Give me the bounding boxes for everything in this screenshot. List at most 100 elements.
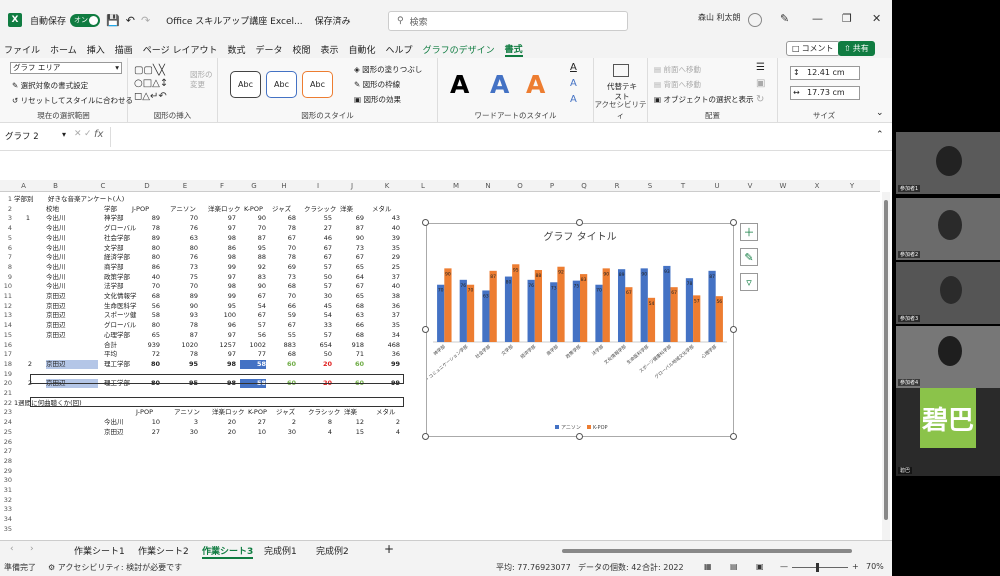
restore-icon[interactable]: ❐ [842,12,852,25]
row-header-9[interactable]: 9 [0,273,14,281]
cell-value[interactable]: 20 [300,360,332,369]
cell-value[interactable]: 70 [240,224,266,233]
cell-value[interactable]: 80 [128,253,160,262]
cell-value[interactable]: 90 [240,214,266,223]
shape-effects-button[interactable]: ▣ 図形の効果 [354,94,401,105]
row-header-14[interactable]: 14 [0,321,14,329]
header-genre[interactable]: メタル [372,205,392,214]
tab-example2[interactable]: 完成例2 [316,544,349,557]
row-header-32[interactable]: 32 [0,496,14,504]
cell-value[interactable]: 35 [368,321,400,330]
cell-value[interactable]: 80 [166,244,198,253]
cell-value[interactable]: 76 [166,224,198,233]
cell-value[interactable]: 33 [300,321,332,330]
row-header-7[interactable]: 7 [0,253,14,261]
cell-value[interactable]: 67 [336,253,364,262]
ribbon-collapse-icon[interactable]: ⌄ [876,108,884,118]
share-button[interactable]: ⇧ 共有 [838,41,875,56]
header-genre[interactable]: クラシック [304,205,336,214]
saved-status[interactable]: 保存済み [315,14,351,27]
cell-faculty[interactable]: 社会学部 [104,234,130,243]
menu-chart-design[interactable]: グラフのデザイン [423,43,495,56]
participant-video-2[interactable]: 参加者2 [896,198,1000,260]
cell-campus[interactable]: 京田辺 [46,359,98,369]
cell-value[interactable]: 83 [240,273,266,282]
format-selection-button[interactable]: ✎ 選択対象の書式設定 [12,80,88,91]
menu-help[interactable]: ヘルプ [386,43,413,56]
horizontal-scrollbar[interactable] [552,547,876,555]
cell-value[interactable]: 87 [240,234,266,243]
column-header-m[interactable]: M [440,180,472,192]
cell-value[interactable]: 25 [368,263,400,272]
resize-handle-tr[interactable] [730,219,737,226]
cell-value[interactable]: 65 [336,263,364,272]
menu-draw[interactable]: 描画 [115,43,133,56]
header-genre[interactable]: アニソン [174,408,200,417]
cell-campus[interactable]: 京田辺 [46,292,66,301]
vertical-scrollbar-thumb[interactable] [884,200,888,520]
column-header-v[interactable]: V [734,180,766,192]
column-header-k[interactable]: K [368,180,406,192]
zoom-slider[interactable] [792,563,848,572]
header-genre[interactable]: ジャズ [276,408,295,417]
cell-faculty[interactable]: 法学部 [104,282,124,291]
cell-avg[interactable]: 50 [300,350,332,359]
cell-value[interactable]: 70 [166,282,198,291]
cell-index[interactable]: 1 [14,214,30,223]
shapes-gallery[interactable]: ▢▢╲╳ ○□△↕ ◻△↵↶ [134,64,186,104]
cell-campus[interactable]: 京田辺 [46,321,66,330]
cell-value[interactable]: 27 [240,418,266,427]
cell-value[interactable]: 4 [300,428,332,437]
cell-value[interactable]: 78 [268,224,296,233]
row-header-17[interactable]: 17 [0,350,14,358]
cell-faculty[interactable]: 政策学部 [104,273,130,282]
cell-value[interactable]: 100 [204,311,236,320]
cell-avg[interactable]: 36 [368,350,400,359]
cell-campus[interactable]: 今出川 [46,253,66,262]
name-box[interactable]: グラフ 2 [5,130,65,144]
cell-avg[interactable]: 71 [336,350,364,359]
cell-campus[interactable]: 今出川 [46,273,66,282]
cell-value[interactable]: 98 [204,253,236,262]
row-header-13[interactable]: 13 [0,311,14,319]
cell-value[interactable]: 95 [240,244,266,253]
formula-collapse-icon[interactable]: ⌃ [876,130,884,140]
cell-value[interactable]: 59 [268,311,296,320]
accessibility-status[interactable]: ⚙ アクセシビリティ: 検討が必要です [48,562,182,573]
cell-value[interactable]: 89 [128,234,160,243]
row-header-15[interactable]: 15 [0,331,14,339]
header-genre[interactable]: 洋楽ロック [208,205,241,214]
column-header-b[interactable]: B [33,180,78,192]
cell-index[interactable]: 2 [14,360,32,369]
header-genre[interactable]: K-POP [244,205,263,214]
cell-total[interactable]: 1020 [166,341,198,350]
menu-insert[interactable]: 挿入 [87,43,105,56]
zoom-out-icon[interactable]: — [780,562,788,571]
cell-faculty[interactable]: 文学部 [104,244,124,253]
cell-value[interactable]: 30 [300,292,332,301]
cell-value[interactable]: 99 [204,292,236,301]
cell-total[interactable]: 654 [300,341,332,350]
text-fill-icon[interactable]: A [570,62,577,73]
cancel-icon[interactable]: ✕ [74,129,82,139]
cell-value[interactable]: 73 [336,244,364,253]
cell-faculty[interactable]: 経済学部 [104,253,130,262]
row-header-8[interactable]: 8 [0,263,14,271]
cell-value[interactable]: 67 [240,292,266,301]
column-header-d[interactable]: D [128,180,166,192]
cell-campus[interactable]: 今出川 [46,234,66,243]
chart-filter-icon[interactable]: ▿ [740,273,758,291]
shape-style-3[interactable]: Abc [302,71,333,98]
row-header-30[interactable]: 30 [0,476,14,484]
column-header-g[interactable]: G [240,180,268,192]
cell-value[interactable]: 56 [240,331,266,340]
cell-campus[interactable]: 京田辺 [46,331,66,340]
header-genre[interactable]: ジャズ [272,205,291,214]
row-header-19[interactable]: 19 [0,370,14,378]
normal-view-icon[interactable]: ▦ [704,562,712,571]
header-genre[interactable]: クラシック [308,408,340,417]
minimize-icon[interactable]: — [812,12,823,25]
formula-input[interactable] [110,127,880,147]
chart-styles-brush-icon[interactable]: ✎ [740,248,758,266]
cell-faculty[interactable]: 商学部 [104,263,124,272]
